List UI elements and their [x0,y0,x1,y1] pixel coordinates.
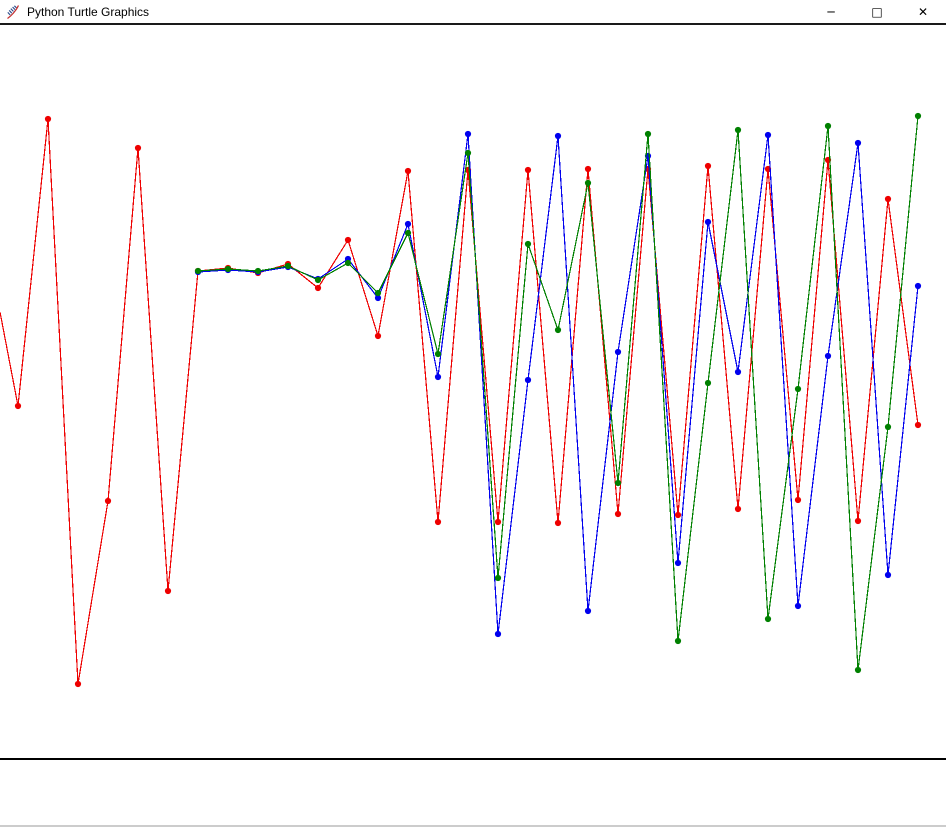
close-button[interactable]: ✕ [900,0,946,23]
line-chart [0,0,946,830]
turtle-graphics-window: Python Turtle Graphics ─ □ ✕ [0,0,946,830]
minimize-button[interactable]: ─ [808,0,854,23]
window-controls: ─ □ ✕ [808,0,946,23]
maximize-button[interactable]: □ [854,0,900,23]
turtle-canvas [0,0,946,830]
tk-feather-icon [5,4,21,20]
title-bar[interactable]: Python Turtle Graphics ─ □ ✕ [0,0,946,25]
window-title: Python Turtle Graphics [27,5,149,19]
